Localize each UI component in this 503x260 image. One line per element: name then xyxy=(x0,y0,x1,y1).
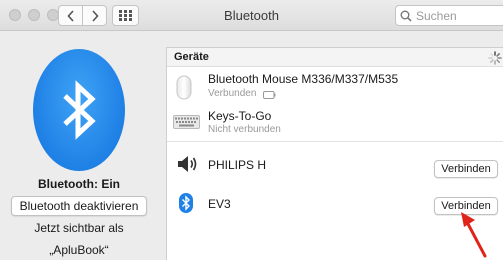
bluetooth-icon xyxy=(179,193,193,213)
device-name: PHILIPS H xyxy=(208,158,267,172)
bluetooth-deactivate-button[interactable]: Bluetooth deaktivieren xyxy=(11,196,147,216)
connect-button[interactable]: Verbinden xyxy=(434,160,498,178)
grid-icon xyxy=(119,10,132,21)
navigation-buttons xyxy=(58,5,107,26)
spinner-icon xyxy=(488,51,502,65)
device-list: Geräte Bluetooth Mouse M336/M337/M535 Ve… xyxy=(166,47,503,260)
search-icon xyxy=(400,10,412,22)
chevron-left-icon xyxy=(66,9,74,22)
device-list-header: Geräte xyxy=(167,48,503,67)
list-item[interactable]: PHILIPS H Verbinden xyxy=(167,150,503,178)
list-item[interactable]: Keys-To-Go Nicht verbunden xyxy=(167,106,503,140)
minimize-window-button[interactable] xyxy=(28,9,40,21)
speaker-icon xyxy=(178,156,197,172)
list-item[interactable]: Bluetooth Mouse M336/M337/M535 Verbunden xyxy=(167,68,503,104)
device-status: Nicht verbunden xyxy=(208,124,281,135)
chevron-right-icon xyxy=(91,9,99,22)
section-divider xyxy=(167,141,503,142)
keyboard-icon xyxy=(173,115,200,129)
back-button[interactable] xyxy=(59,6,82,25)
device-status: Verbunden xyxy=(208,88,257,99)
visibility-label: Jetzt sichtbar als xyxy=(34,221,124,235)
search-field[interactable] xyxy=(395,5,503,26)
device-name: Keys-To-Go xyxy=(208,109,272,123)
annotation-arrow-icon xyxy=(461,212,487,258)
show-all-button[interactable] xyxy=(112,5,139,26)
computer-name: „ApluBook“ xyxy=(49,243,109,257)
list-item[interactable]: EV3 Verbinden xyxy=(167,191,503,217)
battery-icon xyxy=(263,91,276,99)
device-name: Bluetooth Mouse M336/M337/M535 xyxy=(208,72,399,86)
close-window-button[interactable] xyxy=(9,9,21,21)
forward-button[interactable] xyxy=(82,6,106,25)
bluetooth-status: Bluetooth: Ein xyxy=(38,177,120,191)
mouse-icon xyxy=(176,75,192,100)
search-input[interactable] xyxy=(416,8,496,23)
bluetooth-logo-icon xyxy=(33,49,125,171)
device-name: EV3 xyxy=(208,197,231,211)
title-bar: Bluetooth xyxy=(0,0,503,31)
device-list-title: Geräte xyxy=(174,51,209,63)
